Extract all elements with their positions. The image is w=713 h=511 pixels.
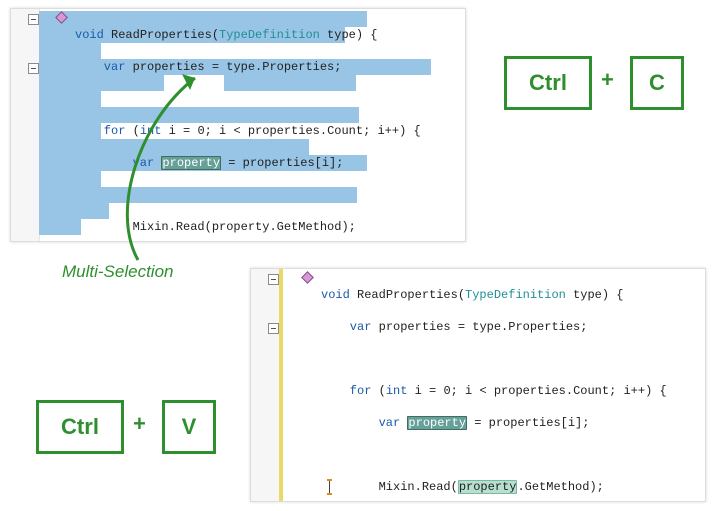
highlight-primary: property <box>161 156 221 170</box>
code-token: property <box>212 220 270 234</box>
code-token: TypeDefinition <box>219 28 320 42</box>
code-token: void <box>75 28 104 42</box>
fold-minus-icon[interactable] <box>268 323 279 334</box>
code-token: var <box>75 60 125 74</box>
fold-minus-icon[interactable] <box>28 63 39 74</box>
code-token: type) { <box>320 28 378 42</box>
key-c: C <box>630 56 684 110</box>
code-token: Mixin.Read( <box>321 480 458 494</box>
key-v: V <box>162 400 216 454</box>
code-token: .GetMethod); <box>269 220 355 234</box>
code-token: ReadProperties( <box>104 28 219 42</box>
code-token: var <box>321 320 371 334</box>
code-token: TypeDefinition <box>465 288 566 302</box>
code-token: var <box>321 416 400 430</box>
code-token: i = 0; i < properties.Count; i++) { <box>407 384 666 398</box>
change-bar <box>279 269 283 501</box>
code-token: var <box>75 156 154 170</box>
code-token: int <box>386 384 408 398</box>
code-token: for <box>321 384 371 398</box>
key-ctrl: Ctrl <box>36 400 124 454</box>
code-token: int <box>140 124 162 138</box>
fold-minus-icon[interactable] <box>28 14 39 25</box>
code-token: ( <box>371 384 385 398</box>
code-editor-bottom[interactable]: void ReadProperties(TypeDefinition type)… <box>250 268 706 502</box>
caret-icon <box>329 481 330 493</box>
code-token: for <box>75 124 125 138</box>
plus-icon: + <box>133 411 146 437</box>
code-token: ( <box>125 124 139 138</box>
key-ctrl: Ctrl <box>504 56 592 110</box>
gutter <box>11 9 40 241</box>
code-token: ReadProperties( <box>350 288 465 302</box>
code-content[interactable]: void ReadProperties(TypeDefinition type)… <box>279 271 705 501</box>
code-token: type) { <box>566 288 624 302</box>
code-content[interactable]: void ReadProperties(TypeDefinition type)… <box>39 11 465 241</box>
method-icon <box>55 12 67 22</box>
code-token: .GetMethod); <box>517 480 603 494</box>
code-token: = properties[i]; <box>467 416 589 430</box>
highlight-occurrence: property <box>458 480 518 494</box>
plus-icon: + <box>601 67 614 93</box>
label-multi-selection: Multi-Selection <box>62 262 174 282</box>
code-token: i = 0; i < properties.Count; i++) { <box>161 124 420 138</box>
code-editor-top[interactable]: void ReadProperties(TypeDefinition type)… <box>10 8 466 242</box>
code-token: void <box>321 288 350 302</box>
code-token: properties = type.Properties; <box>125 60 341 74</box>
method-icon <box>301 272 313 282</box>
code-token: = properties[i]; <box>221 156 343 170</box>
code-token: properties = type.Properties; <box>371 320 587 334</box>
gutter <box>251 269 280 501</box>
fold-minus-icon[interactable] <box>268 274 279 285</box>
code-token: Mixin.Read( <box>75 220 212 234</box>
highlight-primary: property <box>407 416 467 430</box>
